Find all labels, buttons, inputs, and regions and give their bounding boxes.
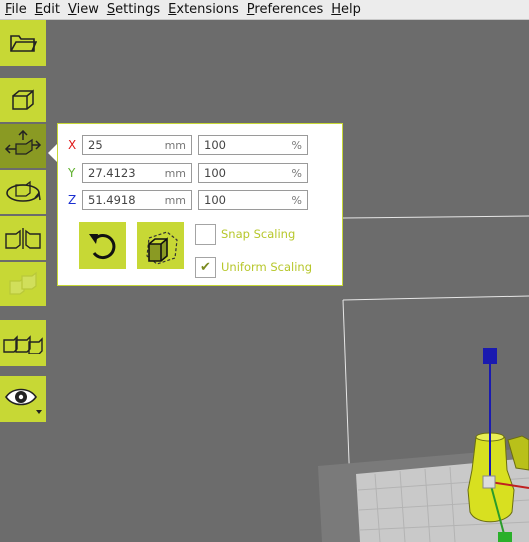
menu-settings[interactable]: Settings	[104, 0, 163, 19]
translate-icon	[12, 89, 34, 110]
z-axis-label: Z	[68, 193, 77, 207]
scale-tool-panel: X 25 mm 100% Y 27.4123 mm 100% Z 51.4918 mm…	[57, 123, 343, 286]
translate-tool-button[interactable]	[0, 78, 46, 122]
rotate-tool-button[interactable]	[0, 170, 46, 214]
per-object-settings-icon	[9, 271, 37, 295]
uniform-scaling-label[interactable]: Uniform Scaling	[221, 260, 312, 274]
uniform-scaling-checkbox[interactable]: ✔	[195, 257, 216, 278]
y-percent-input[interactable]: 100%	[198, 163, 308, 183]
menu-file[interactable]: File	[2, 0, 30, 19]
scale-tool-button[interactable]	[0, 124, 46, 168]
support-blocker-icon	[3, 335, 43, 354]
y-axis-label: Y	[68, 166, 76, 180]
z-percent-input[interactable]: 100%	[198, 190, 308, 210]
uniform-scale-handle[interactable]	[482, 475, 496, 489]
open-file-icon	[10, 35, 37, 52]
support-blocker-button[interactable]	[0, 320, 46, 366]
snap-scaling-checkbox[interactable]	[195, 224, 216, 245]
menu-edit[interactable]: Edit	[32, 0, 63, 19]
build-volume-edge	[342, 295, 529, 301]
panel-pointer	[48, 144, 57, 162]
scale-icon	[4, 130, 42, 155]
x-axis-label: X	[68, 138, 77, 152]
menu-preferences[interactable]: Preferences	[244, 0, 326, 19]
y-size-input[interactable]: 27.4123 mm	[82, 163, 192, 183]
checkmark-icon: ✔	[200, 260, 211, 275]
z-scale-handle[interactable]	[483, 348, 497, 364]
z-size-input[interactable]: 51.4918 mm	[82, 190, 192, 210]
undo-icon	[88, 233, 115, 259]
menubar: File Edit View Settings Extensions Prefe…	[0, 0, 529, 20]
lay-flat-button[interactable]	[137, 222, 184, 269]
mirror-tool-button[interactable]	[0, 216, 46, 260]
per-object-settings-button[interactable]	[0, 262, 46, 306]
reset-scale-button[interactable]	[79, 222, 126, 269]
rotate-icon	[6, 180, 41, 202]
mirror-icon	[5, 228, 41, 249]
view-mode-button[interactable]	[0, 376, 46, 422]
chevron-down-icon	[36, 410, 42, 414]
x-size-input[interactable]: 25 mm	[82, 135, 192, 155]
x-percent-input[interactable]: 100%	[198, 135, 308, 155]
menu-extensions[interactable]: Extensions	[165, 0, 242, 19]
snap-scaling-label[interactable]: Snap Scaling	[221, 227, 295, 241]
open-file-button[interactable]	[0, 20, 46, 66]
y-scale-handle[interactable]	[498, 532, 512, 542]
lay-flat-icon	[145, 230, 178, 265]
menu-view[interactable]: View	[65, 0, 102, 19]
build-volume-edge	[342, 215, 529, 219]
view-mode-icon	[5, 388, 42, 414]
menu-help[interactable]: Help	[328, 0, 364, 19]
